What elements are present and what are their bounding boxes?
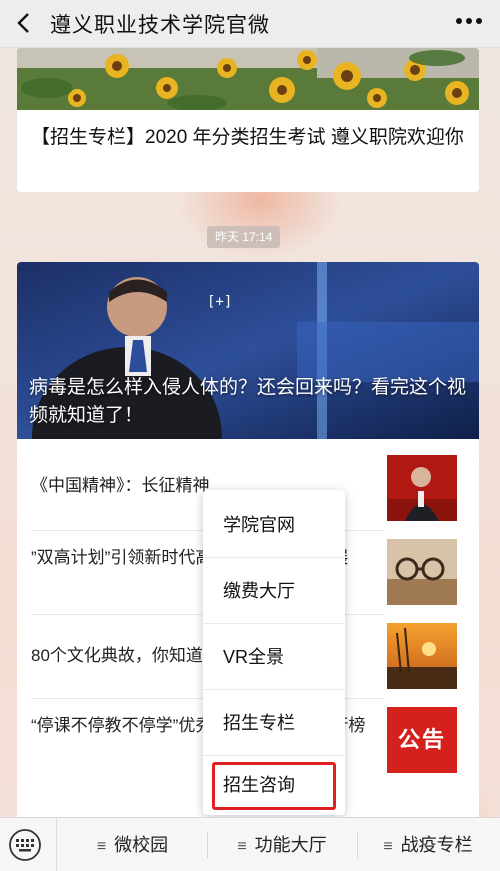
sunflower-image: [17, 48, 479, 110]
menu-tab-label: 战疫专栏: [400, 835, 473, 855]
menu-lines-icon: ≡: [383, 838, 393, 855]
keyboard-icon[interactable]: [6, 828, 44, 862]
more-options-icon[interactable]: [454, 16, 484, 26]
thumbnail-image: [387, 455, 457, 521]
message-timestamp: 昨天 17:14: [207, 226, 281, 248]
article-title[interactable]: 【招生专栏】2020 年分类招生考试 遵义职院欢迎你: [31, 124, 471, 152]
menu-tab-function-hall[interactable]: ≡ 功能大厅: [208, 818, 356, 871]
menu-tab-epidemic-column[interactable]: ≡ 战疫专栏: [358, 818, 498, 871]
back-arrow-icon[interactable]: [12, 10, 38, 36]
menu-tab-campus[interactable]: ≡ 微校园: [60, 818, 205, 871]
highlight-box: [212, 762, 336, 810]
page-title: 遵义职业技术学院官微: [50, 14, 270, 37]
menu-tab-label: 微校园: [114, 835, 169, 855]
menu-item-vr-panorama[interactable]: VR全景: [203, 624, 345, 690]
menu-lines-icon: ≡: [96, 838, 107, 855]
menu-lines-icon: ≡: [237, 838, 247, 855]
hero-article[interactable]: [+] 病毒是怎么样入侵人体的？还会回来吗？看完这个视频就知道了！: [17, 262, 479, 439]
menu-item-admissions-column[interactable]: 招生专栏: [203, 690, 345, 756]
menu-tab-label: 功能大厅: [254, 835, 327, 855]
thumbnail-image: [387, 539, 457, 605]
menu-item-college-website[interactable]: 学院官网: [203, 492, 345, 558]
top-bar: 遵义职业技术学院官微: [0, 0, 500, 48]
notice-badge: 公告: [387, 707, 457, 773]
bottom-menu-bar: ≡ 微校园 ≡ 功能大厅 ≡ 战疫专栏: [0, 817, 500, 871]
article-card[interactable]: 【招生专栏】2020 年分类招生考试 遵义职院欢迎你: [17, 48, 479, 192]
popup-menu: 学院官网 缴费大厅 VR全景 招生专栏 招生咨询: [203, 490, 345, 815]
hero-title[interactable]: 病毒是怎么样入侵人体的？还会回来吗？看完这个视频就知道了！: [29, 374, 469, 430]
menu-item-payment-hall[interactable]: 缴费大厅: [203, 558, 345, 624]
divider: [56, 818, 57, 871]
video-badge: [+]: [207, 294, 233, 310]
thumbnail-image: [387, 623, 457, 689]
